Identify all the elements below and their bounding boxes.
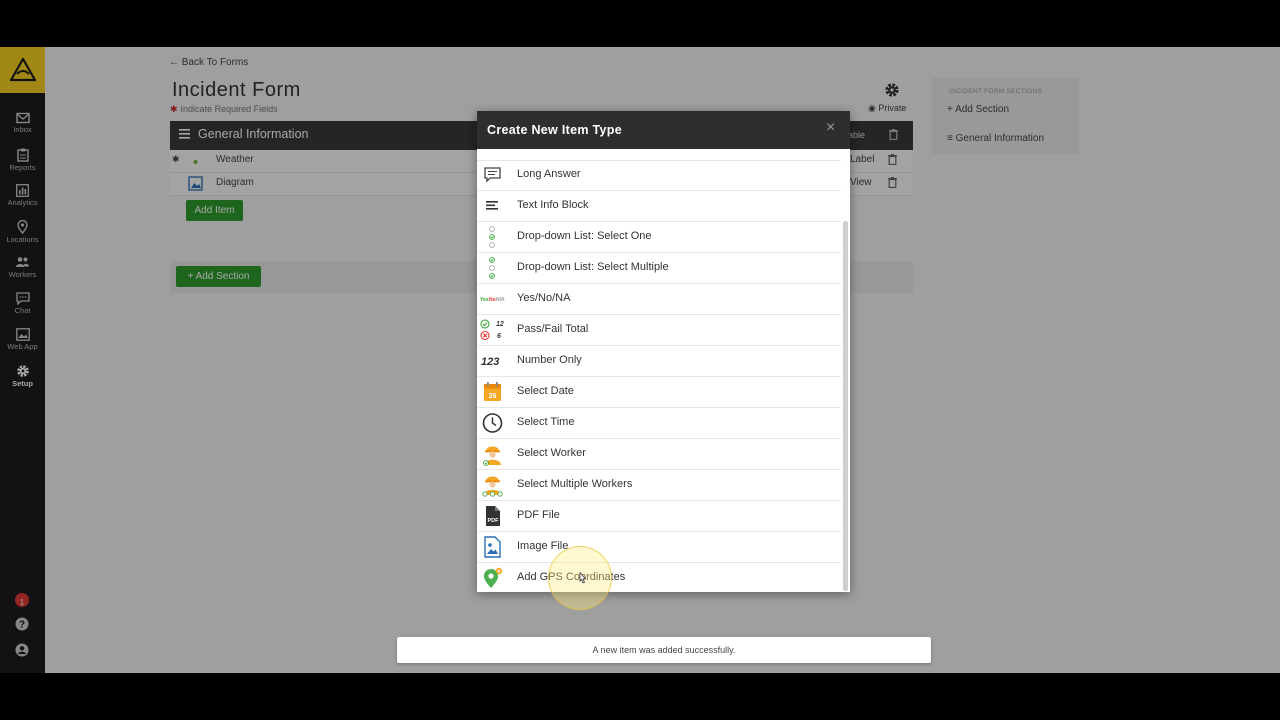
radio-list-icon — [489, 226, 495, 248]
pass-fail-icon: 12 6 — [480, 319, 504, 341]
item-type-dropdown-multiple[interactable]: Drop-down List: Select Multiple — [477, 253, 841, 284]
item-type-pass-fail-total[interactable]: 12 6 Pass/Fail Total — [477, 315, 841, 346]
modal-header: Create New Item Type × — [477, 111, 850, 149]
item-type-image-file[interactable]: Image File — [477, 532, 841, 563]
item-type-label: Yes/No/NA — [517, 292, 571, 304]
text-lines-icon — [486, 201, 498, 210]
app-window: Inbox Reports Analytics Locations Worker… — [0, 47, 1280, 673]
calendar-icon: 26 — [484, 382, 501, 401]
item-type-label: Drop-down List: Select Multiple — [517, 261, 669, 273]
number-icon: 123 — [481, 356, 499, 368]
item-type-list: Long Answer Text Info Block Drop-down Li… — [477, 149, 850, 592]
svg-text:123: 123 — [481, 356, 499, 368]
item-type-label: Long Answer — [517, 168, 581, 180]
item-type-label: PDF File — [517, 509, 560, 521]
worker-icon — [483, 446, 501, 466]
item-type-select-worker[interactable]: Select Worker — [477, 439, 841, 470]
item-type-label: Text Info Block — [517, 199, 589, 211]
item-type-yes-no-na[interactable]: Yes No N/A Yes/No/NA — [477, 284, 841, 315]
gps-pin-icon — [484, 567, 503, 588]
item-type-label: Select Multiple Workers — [517, 478, 633, 490]
item-type-label: Pass/Fail Total — [517, 323, 589, 335]
svg-text:PDF: PDF — [488, 518, 500, 524]
item-type-label: Select Date — [517, 385, 574, 397]
workers-multiple-icon — [482, 476, 503, 497]
item-type-number-only[interactable]: 123 Number Only — [477, 346, 841, 377]
modal-title: Create New Item Type — [487, 123, 622, 137]
item-type-label: Select Worker — [517, 447, 586, 459]
svg-text:N/A: N/A — [496, 297, 505, 303]
svg-text:No: No — [489, 297, 496, 303]
modal-scrollbar[interactable] — [843, 221, 848, 591]
yes-no-na-icon: Yes No N/A — [480, 297, 505, 303]
close-icon[interactable]: × — [826, 119, 835, 137]
item-type-select-date[interactable]: 26 Select Date — [477, 377, 841, 408]
item-type-select-multiple-workers[interactable]: Select Multiple Workers — [477, 470, 841, 501]
item-type-select-time[interactable]: Select Time — [477, 408, 841, 439]
item-type-label: Select Time — [517, 416, 575, 428]
clock-icon — [482, 413, 503, 433]
svg-text:26: 26 — [489, 393, 497, 400]
svg-text:6: 6 — [497, 333, 501, 340]
item-type-text-info-block[interactable]: Text Info Block — [477, 191, 841, 222]
image-file-icon — [484, 536, 501, 558]
mouse-pointer-icon — [579, 572, 587, 584]
svg-text:Yes: Yes — [480, 297, 489, 303]
item-type-label: Image File — [517, 540, 569, 552]
item-type-gps-coordinates[interactable]: Add GPS Coordinates — [477, 563, 841, 592]
item-type-label: Drop-down List: Select One — [517, 230, 652, 242]
item-type-label: Number Only — [517, 354, 582, 366]
item-type-pdf-file[interactable]: PDF PDF File — [477, 501, 841, 532]
create-item-modal: Create New Item Type × Long Answer Text … — [477, 111, 850, 592]
pdf-file-icon: PDF — [486, 506, 500, 526]
speech-bubble-icon — [484, 167, 501, 183]
item-type-long-answer[interactable]: Long Answer — [477, 160, 841, 191]
item-type-dropdown-single[interactable]: Drop-down List: Select One — [477, 222, 841, 253]
checkbox-list-icon — [489, 257, 495, 279]
success-toast: A new item was added successfully. — [397, 637, 931, 663]
svg-text:12: 12 — [496, 321, 504, 328]
